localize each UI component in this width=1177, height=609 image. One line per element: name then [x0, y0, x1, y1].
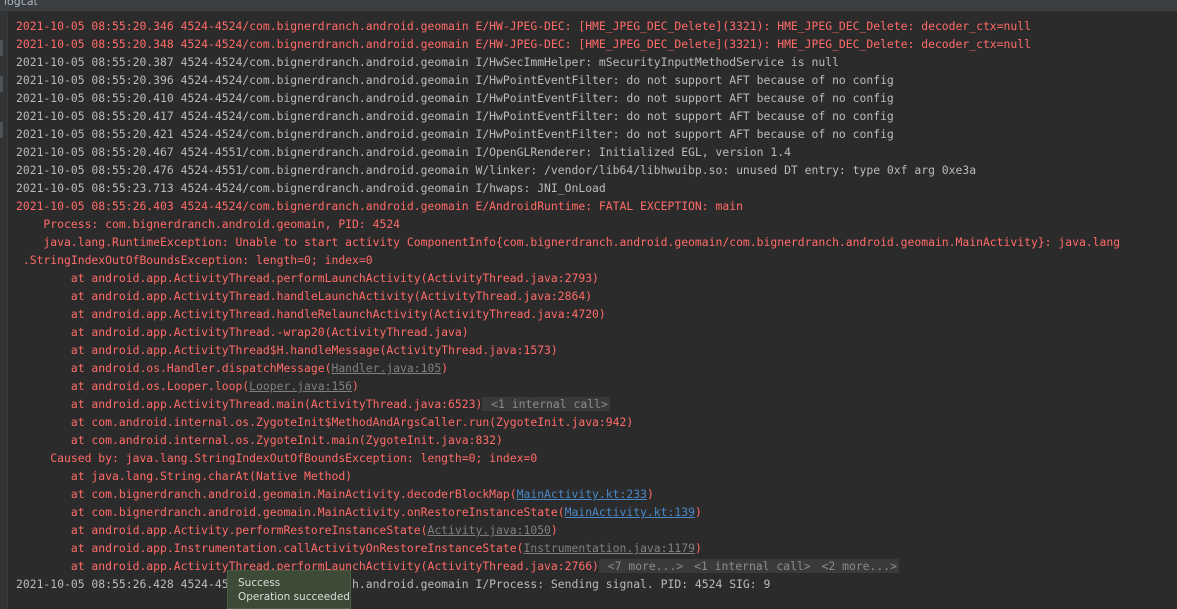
log-line[interactable]: at android.os.Handler.dispatchMessage(Ha…: [16, 359, 1177, 377]
log-line[interactable]: 2021-10-05 08:55:20.417 4524-4524/com.bi…: [16, 107, 1177, 125]
folded-frames[interactable]: <1 internal call>: [482, 397, 610, 411]
gutter-marker: [0, 40, 3, 56]
log-line[interactable]: at com.bignerdranch.android.geomain.Main…: [16, 503, 1177, 521]
log-line-text: 2021-10-05 08:55:20.348 4524-4524/com.bi…: [16, 37, 1031, 51]
source-link[interactable]: Activity.java:1050: [427, 523, 550, 537]
log-line-text: 2021-10-05 08:55:20.346 4524-4524/com.bi…: [16, 19, 1031, 33]
log-line-text: at android.os.Looper.loop(: [16, 379, 250, 393]
source-link[interactable]: MainActivity.kt:233: [517, 487, 647, 501]
toast-title: Success: [238, 577, 281, 589]
log-line-text: 2021-10-05 08:55:26.403 4524-4524/com.bi…: [16, 199, 743, 213]
gutter-marker: [0, 122, 3, 138]
log-line-text: at android.app.ActivityThread.handleLaun…: [16, 289, 593, 303]
log-line-text: Caused by: java.lang.StringIndexOutOfBou…: [16, 451, 538, 465]
log-line-suffix: ): [694, 505, 702, 519]
log-line[interactable]: at com.android.internal.os.ZygoteInit.ma…: [16, 431, 1177, 449]
log-line[interactable]: 2021-10-05 08:55:20.476 4524-4551/com.bi…: [16, 161, 1177, 179]
log-line-text: at android.app.ActivityThread.main(Activ…: [16, 397, 483, 411]
source-link[interactable]: Looper.java:156: [249, 379, 352, 393]
gutter-marker: [0, 76, 3, 92]
toast-message: Operation succeeded: [238, 591, 350, 603]
success-toast[interactable]: Success Operation succeeded: [227, 570, 351, 609]
log-line-suffix: ): [694, 541, 702, 555]
log-line[interactable]: 2021-10-05 08:55:20.467 4524-4551/com.bi…: [16, 143, 1177, 161]
log-line[interactable]: at com.bignerdranch.android.geomain.Main…: [16, 485, 1177, 503]
log-line-text: 2021-10-05 08:55:20.467 4524-4551/com.bi…: [16, 145, 791, 159]
logcat-output[interactable]: 2021-10-05 08:55:20.346 4524-4524/com.bi…: [16, 17, 1177, 593]
folded-frames[interactable]: <7 more...>: [598, 559, 686, 573]
log-line[interactable]: at android.app.ActivityThread.handleRela…: [16, 305, 1177, 323]
source-link[interactable]: MainActivity.kt:139: [565, 505, 695, 519]
log-line[interactable]: 2021-10-05 08:55:20.396 4524-4524/com.bi…: [16, 71, 1177, 89]
log-line[interactable]: java.lang.RuntimeException: Unable to st…: [16, 233, 1177, 251]
log-line[interactable]: at android.app.Activity.performRestoreIn…: [16, 521, 1177, 539]
log-line-suffix: ): [441, 361, 449, 375]
folded-frames[interactable]: <2 more...>: [812, 559, 899, 573]
log-line-text: at com.android.internal.os.ZygoteInit.ma…: [16, 433, 503, 447]
tool-window-title-bar: logcat: [0, 0, 1177, 12]
log-line[interactable]: 2021-10-05 08:55:20.348 4524-4524/com.bi…: [16, 35, 1177, 53]
log-line-suffix: ): [550, 523, 558, 537]
logcat-window: logcat 2021-10-05 08:55:20.346 4524-4524…: [0, 0, 1177, 609]
log-line[interactable]: 2021-10-05 08:55:26.403 4524-4524/com.bi…: [16, 197, 1177, 215]
folded-frames[interactable]: <1 internal call>: [685, 559, 813, 573]
log-line-text: at android.os.Handler.dispatchMessage(: [16, 361, 332, 375]
tool-window-title: logcat: [4, 0, 38, 8]
source-link[interactable]: Handler.java:105: [331, 361, 441, 375]
log-line-text: 2021-10-05 08:55:26.428 4524-4524/com.bi…: [16, 577, 771, 591]
log-line-text: .StringIndexOutOfBoundsException: length…: [16, 253, 373, 267]
log-line-text: java.lang.RuntimeException: Unable to st…: [16, 235, 1121, 249]
log-line[interactable]: 2021-10-05 08:55:26.428 4524-4524/com.bi…: [16, 575, 1177, 593]
log-line-text: at android.app.ActivityThread.performLau…: [16, 271, 599, 285]
log-line-text: at android.app.Activity.performRestoreIn…: [16, 523, 428, 537]
log-line-text: 2021-10-05 08:55:20.387 4524-4524/com.bi…: [16, 55, 839, 69]
log-line[interactable]: Process: com.bignerdranch.android.geomai…: [16, 215, 1177, 233]
log-line[interactable]: .StringIndexOutOfBoundsException: length…: [16, 251, 1177, 269]
log-line[interactable]: 2021-10-05 08:55:20.410 4524-4524/com.bi…: [16, 89, 1177, 107]
log-line-suffix: ): [352, 379, 359, 393]
log-line-text: at com.bignerdranch.android.geomain.Main…: [16, 487, 517, 501]
source-link[interactable]: Instrumentation.java:1179: [523, 541, 694, 555]
log-line-text: at java.lang.String.charAt(Native Method…: [16, 469, 353, 483]
log-line-text: 2021-10-05 08:55:20.476 4524-4551/com.bi…: [16, 163, 977, 177]
log-line[interactable]: at android.app.ActivityThread$H.handleMe…: [16, 341, 1177, 359]
log-line[interactable]: at android.app.ActivityThread.performLau…: [16, 557, 1177, 575]
log-line-suffix: ): [646, 487, 654, 501]
log-line[interactable]: at android.app.ActivityThread.-wrap20(Ac…: [16, 323, 1177, 341]
log-line[interactable]: at android.app.ActivityThread.main(Activ…: [16, 395, 1177, 413]
log-line-text: 2021-10-05 08:55:20.396 4524-4524/com.bi…: [16, 73, 894, 87]
log-line-text: Process: com.bignerdranch.android.geomai…: [16, 217, 401, 231]
log-line[interactable]: at com.android.internal.os.ZygoteInit$Me…: [16, 413, 1177, 431]
log-line[interactable]: at android.app.Instrumentation.callActiv…: [16, 539, 1177, 557]
log-line[interactable]: at android.app.ActivityThread.performLau…: [16, 269, 1177, 287]
log-line[interactable]: at android.app.ActivityThread.handleLaun…: [16, 287, 1177, 305]
log-line-text: at android.app.ActivityThread.-wrap20(Ac…: [16, 325, 469, 339]
log-line-text: 2021-10-05 08:55:20.410 4524-4524/com.bi…: [16, 91, 894, 105]
log-line-text: 2021-10-05 08:55:20.417 4524-4524/com.bi…: [16, 109, 894, 123]
log-line-text: 2021-10-05 08:55:23.713 4524-4524/com.bi…: [16, 181, 606, 195]
left-gutter: [0, 12, 8, 609]
log-line-text: at com.bignerdranch.android.geomain.Main…: [16, 505, 565, 519]
log-line-text: at android.app.ActivityThread$H.handleMe…: [16, 343, 558, 357]
log-line[interactable]: at java.lang.String.charAt(Native Method…: [16, 467, 1177, 485]
log-line[interactable]: 2021-10-05 08:55:23.713 4524-4524/com.bi…: [16, 179, 1177, 197]
log-line[interactable]: 2021-10-05 08:55:20.421 4524-4524/com.bi…: [16, 125, 1177, 143]
log-line-text: 2021-10-05 08:55:20.421 4524-4524/com.bi…: [16, 127, 894, 141]
log-line[interactable]: 2021-10-05 08:55:20.387 4524-4524/com.bi…: [16, 53, 1177, 71]
log-line[interactable]: Caused by: java.lang.StringIndexOutOfBou…: [16, 449, 1177, 467]
log-line-text: at android.app.Instrumentation.callActiv…: [16, 541, 524, 555]
log-line-text: at com.android.internal.os.ZygoteInit$Me…: [16, 415, 634, 429]
log-line[interactable]: at android.os.Looper.loop(Looper.java:15…: [16, 377, 1177, 395]
log-line[interactable]: 2021-10-05 08:55:20.346 4524-4524/com.bi…: [16, 17, 1177, 35]
log-line-text: at android.app.ActivityThread.handleRela…: [16, 307, 606, 321]
